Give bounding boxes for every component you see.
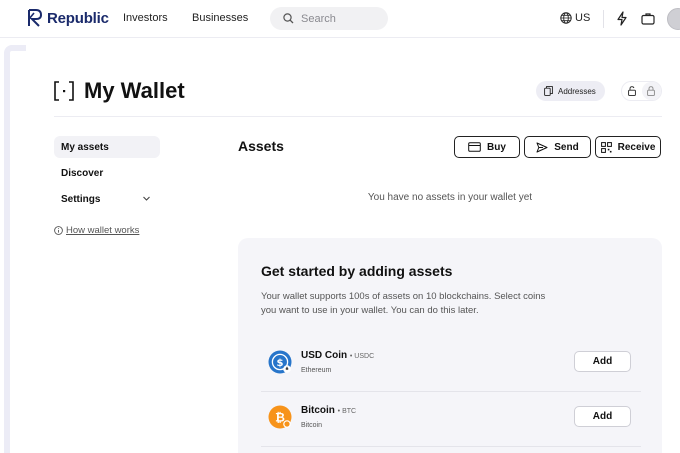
get-started-title: Get started by adding assets (261, 263, 453, 279)
header-divider (54, 116, 662, 117)
addresses-button[interactable]: Addresses (536, 81, 605, 101)
coin-name: Bitcoin • BTC (301, 405, 356, 416)
lock-option[interactable] (641, 82, 661, 100)
nav-link-businesses[interactable]: Businesses (192, 12, 248, 24)
globe-icon (560, 12, 572, 24)
top-navbar: Republic Investors Businesses US (0, 0, 680, 38)
receive-label: Receive (617, 141, 656, 153)
bitcoin-icon: ₿ (268, 405, 292, 429)
get-started-description: Your wallet supports 100s of assets on 1… (261, 291, 546, 316)
empty-assets-message: You have no assets in your wallet yet (367, 192, 533, 203)
wallet-icon (54, 81, 74, 101)
buy-label: Buy (487, 141, 506, 153)
sidebar-item-label: Discover (61, 167, 104, 179)
coin-ticker: • BTC (337, 408, 357, 415)
sidebar-item-settings[interactable]: Settings (54, 188, 160, 210)
info-icon (54, 226, 63, 235)
unlock-icon (627, 86, 636, 96)
buy-button[interactable]: Buy (454, 136, 520, 158)
add-btc-button[interactable]: Add (574, 406, 631, 427)
coin-ticker: • USDC (349, 353, 375, 360)
unlock-option[interactable] (622, 82, 642, 100)
coin-row-usdc: $ USD Coin • USDC Ethereum Add (261, 338, 641, 392)
locale-selector[interactable]: US (560, 12, 590, 24)
user-avatar[interactable] (667, 8, 680, 30)
nav-link-investors[interactable]: Investors (123, 12, 168, 24)
addresses-label: Addresses (558, 86, 596, 96)
search-input[interactable] (301, 12, 381, 25)
copy-icon (544, 86, 553, 96)
lightning-icon[interactable] (616, 11, 628, 26)
card-icon (468, 142, 481, 152)
send-label: Send (554, 141, 579, 153)
qr-code-icon (600, 141, 612, 153)
page-title: My Wallet (84, 78, 185, 103)
svg-text:$: $ (277, 358, 284, 369)
locale-label: US (575, 12, 591, 24)
add-usdc-button[interactable]: Add (574, 351, 631, 372)
republic-logo-icon (28, 9, 43, 27)
assets-title: Assets (238, 138, 284, 154)
sidebar-item-label: Settings (61, 193, 101, 205)
coin-name: USD Coin • USDC (301, 350, 374, 361)
content-frame-edge (4, 45, 26, 453)
lock-icon (647, 86, 656, 96)
sidebar-item-my-assets[interactable]: My assets (54, 136, 160, 158)
send-icon (536, 142, 548, 152)
coin-network: Bitcoin (301, 422, 323, 429)
get-started-card: Get started by adding assets Your wallet… (238, 238, 662, 453)
coin-name-text: USD Coin (301, 350, 348, 361)
usdc-icon: $ (268, 350, 292, 374)
sidebar-item-discover[interactable]: Discover (54, 162, 160, 184)
brand-name: Republic (47, 9, 109, 27)
coin-network: Ethereum (301, 367, 332, 374)
briefcase-icon[interactable] (641, 12, 655, 25)
nav-divider (603, 10, 604, 28)
how-wallet-works-link[interactable]: How wallet works (54, 225, 139, 236)
receive-button[interactable]: Receive (595, 136, 661, 158)
chevron-down-icon (143, 196, 150, 201)
coin-name-text: Bitcoin (301, 405, 335, 416)
coin-row-btc: ₿ Bitcoin • BTC Bitcoin Add (261, 393, 641, 447)
republic-logo[interactable]: Republic (27, 9, 109, 27)
search-icon (283, 13, 294, 24)
sidebar-item-label: My assets (61, 141, 109, 153)
send-button[interactable]: Send (524, 136, 591, 158)
search-box[interactable] (270, 7, 388, 30)
wallet-lock-toggle[interactable] (621, 81, 662, 101)
help-link-label: How wallet works (66, 225, 140, 236)
